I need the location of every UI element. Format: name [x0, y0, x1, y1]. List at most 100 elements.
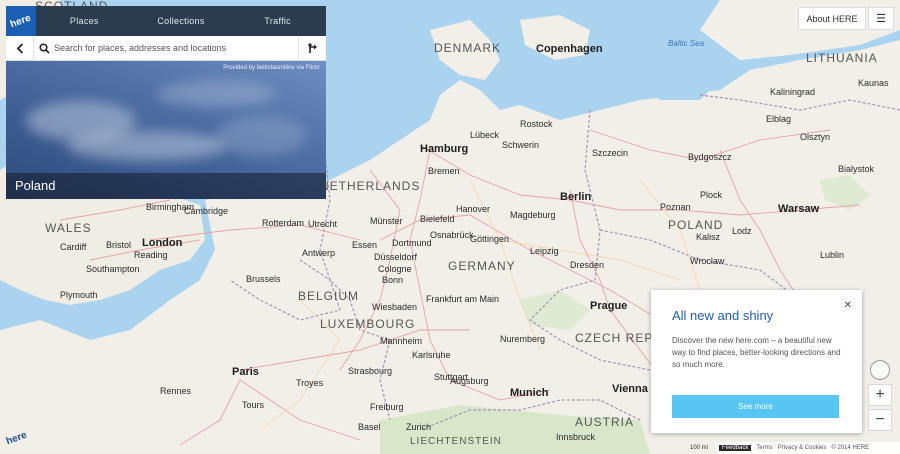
- svg-text:Paris: Paris: [232, 366, 259, 378]
- svg-text:Rotterdam: Rotterdam: [262, 218, 304, 228]
- svg-text:Berlin: Berlin: [560, 191, 591, 203]
- directions-button[interactable]: [298, 35, 326, 61]
- directions-icon: [307, 43, 317, 53]
- svg-text:LUXEMBOURG: LUXEMBOURG: [320, 317, 415, 331]
- back-button[interactable]: [6, 35, 34, 61]
- promo-popup: ✕ All new and shiny Discover the new her…: [651, 290, 862, 433]
- svg-text:Lublin: Lublin: [820, 250, 844, 260]
- svg-text:Hamburg: Hamburg: [420, 143, 468, 155]
- svg-text:Kaunas: Kaunas: [858, 78, 889, 88]
- svg-text:Baltic Sea: Baltic Sea: [668, 39, 705, 48]
- svg-text:Bonn: Bonn: [382, 275, 403, 285]
- svg-text:Basel: Basel: [358, 422, 381, 432]
- svg-text:Mannheim: Mannheim: [380, 336, 422, 346]
- map-footer: Feedback Terms Privacy & Cookies © 2014 …: [716, 442, 900, 454]
- svg-text:Warsaw: Warsaw: [778, 203, 820, 215]
- svg-text:Poznan: Poznan: [660, 202, 691, 212]
- svg-text:Bremen: Bremen: [428, 166, 460, 176]
- terms-link[interactable]: Terms: [756, 445, 772, 451]
- svg-text:Antwerp: Antwerp: [302, 248, 335, 258]
- svg-text:Tours: Tours: [242, 400, 265, 410]
- search-input[interactable]: [54, 36, 298, 60]
- svg-text:WALES: WALES: [45, 221, 92, 235]
- svg-text:Plymouth: Plymouth: [60, 290, 98, 300]
- svg-text:Nuremberg: Nuremberg: [500, 334, 545, 344]
- svg-text:Innsbruck: Innsbruck: [556, 432, 596, 442]
- tab-traffic[interactable]: Traffic: [229, 16, 326, 26]
- svg-text:Lodz: Lodz: [732, 226, 752, 236]
- svg-text:Schwerin: Schwerin: [502, 140, 539, 150]
- svg-text:Strasbourg: Strasbourg: [348, 366, 392, 376]
- top-navigation: here Places Collections Traffic: [6, 6, 326, 36]
- about-here-button[interactable]: About HERE: [798, 7, 866, 30]
- close-icon[interactable]: ✕: [844, 300, 852, 311]
- svg-text:Freiburg: Freiburg: [370, 402, 404, 412]
- hamburger-icon: ☰: [876, 13, 886, 25]
- svg-text:Zurich: Zurich: [406, 422, 431, 432]
- copyright: © 2014 HERE: [831, 445, 870, 451]
- svg-text:Lübeck: Lübeck: [470, 130, 500, 140]
- svg-text:Cambridge: Cambridge: [184, 206, 228, 216]
- menu-button[interactable]: ☰: [868, 7, 894, 30]
- svg-text:DENMARK: DENMARK: [434, 41, 501, 55]
- tab-places[interactable]: Places: [36, 16, 133, 26]
- popup-body: Discover the new here.com – a beautiful …: [672, 336, 841, 369]
- svg-text:Bialystok: Bialystok: [838, 164, 875, 174]
- svg-text:Leipzig: Leipzig: [530, 246, 559, 256]
- search-icon: [34, 42, 54, 54]
- svg-text:Plock: Plock: [700, 190, 723, 200]
- svg-text:Kaliningrad: Kaliningrad: [770, 87, 815, 97]
- see-more-button[interactable]: See more: [672, 395, 839, 418]
- svg-text:Cologne: Cologne: [378, 264, 412, 274]
- svg-text:Reading: Reading: [134, 250, 168, 260]
- svg-text:Troyes: Troyes: [296, 378, 324, 388]
- svg-text:Rostock: Rostock: [520, 119, 553, 129]
- minus-icon: −: [875, 411, 885, 428]
- svg-text:NETHERLANDS: NETHERLANDS: [320, 179, 420, 193]
- svg-text:LITHUANIA: LITHUANIA: [806, 51, 878, 65]
- map-scale: 100 mi: [690, 445, 709, 451]
- svg-text:Cardiff: Cardiff: [60, 242, 87, 252]
- plus-icon: +: [875, 386, 885, 403]
- svg-text:Osnabrück: Osnabrück: [430, 230, 474, 240]
- locate-me-button[interactable]: [870, 360, 890, 380]
- svg-text:Utrecht: Utrecht: [308, 219, 338, 229]
- svg-text:GERMANY: GERMANY: [448, 259, 516, 273]
- place-hero-image: Provided by belindasmiline via Flickr Po…: [6, 61, 326, 199]
- svg-text:POLAND: POLAND: [668, 218, 723, 232]
- svg-text:Düsseldorf: Düsseldorf: [374, 252, 418, 262]
- svg-text:Bielefeld: Bielefeld: [420, 214, 455, 224]
- svg-text:Prague: Prague: [590, 300, 627, 312]
- svg-text:Brussels: Brussels: [246, 274, 281, 284]
- feedback-button[interactable]: Feedback: [719, 445, 752, 451]
- svg-text:Olsztyn: Olsztyn: [800, 132, 830, 142]
- here-logo[interactable]: here: [6, 6, 36, 36]
- svg-text:Dortmund: Dortmund: [392, 238, 432, 248]
- svg-text:Essen: Essen: [352, 240, 377, 250]
- tab-collections[interactable]: Collections: [133, 16, 230, 26]
- svg-text:Dresden: Dresden: [570, 260, 604, 270]
- svg-text:Bydgoszcz: Bydgoszcz: [688, 152, 732, 162]
- svg-text:Vienna: Vienna: [612, 383, 649, 395]
- svg-text:Southampton: Southampton: [86, 264, 140, 274]
- svg-text:Munich: Munich: [510, 387, 549, 399]
- popup-title: All new and shiny: [672, 308, 774, 323]
- svg-text:Magdeburg: Magdeburg: [510, 210, 556, 220]
- zoom-out-button[interactable]: −: [868, 409, 892, 431]
- svg-text:Copenhagen: Copenhagen: [536, 43, 603, 55]
- svg-text:LIECHTENSTEIN: LIECHTENSTEIN: [410, 436, 502, 447]
- privacy-link[interactable]: Privacy & Cookies: [778, 445, 827, 451]
- photo-credit[interactable]: Provided by belindasmiline via Flickr: [223, 65, 320, 71]
- svg-text:Bristol: Bristol: [106, 240, 131, 250]
- svg-text:Augsburg: Augsburg: [450, 376, 489, 386]
- svg-text:Szczecin: Szczecin: [592, 148, 628, 158]
- svg-text:Rennes: Rennes: [160, 386, 192, 396]
- zoom-in-button[interactable]: +: [868, 384, 892, 406]
- svg-text:Frankfurt am Main: Frankfurt am Main: [426, 294, 499, 304]
- svg-text:Wroclaw: Wroclaw: [690, 256, 725, 266]
- svg-text:BELGIUM: BELGIUM: [298, 289, 359, 303]
- svg-text:Wiesbaden: Wiesbaden: [372, 302, 417, 312]
- search-bar: [6, 35, 326, 61]
- svg-text:Elblag: Elblag: [766, 114, 791, 124]
- svg-text:Kalisz: Kalisz: [696, 232, 721, 242]
